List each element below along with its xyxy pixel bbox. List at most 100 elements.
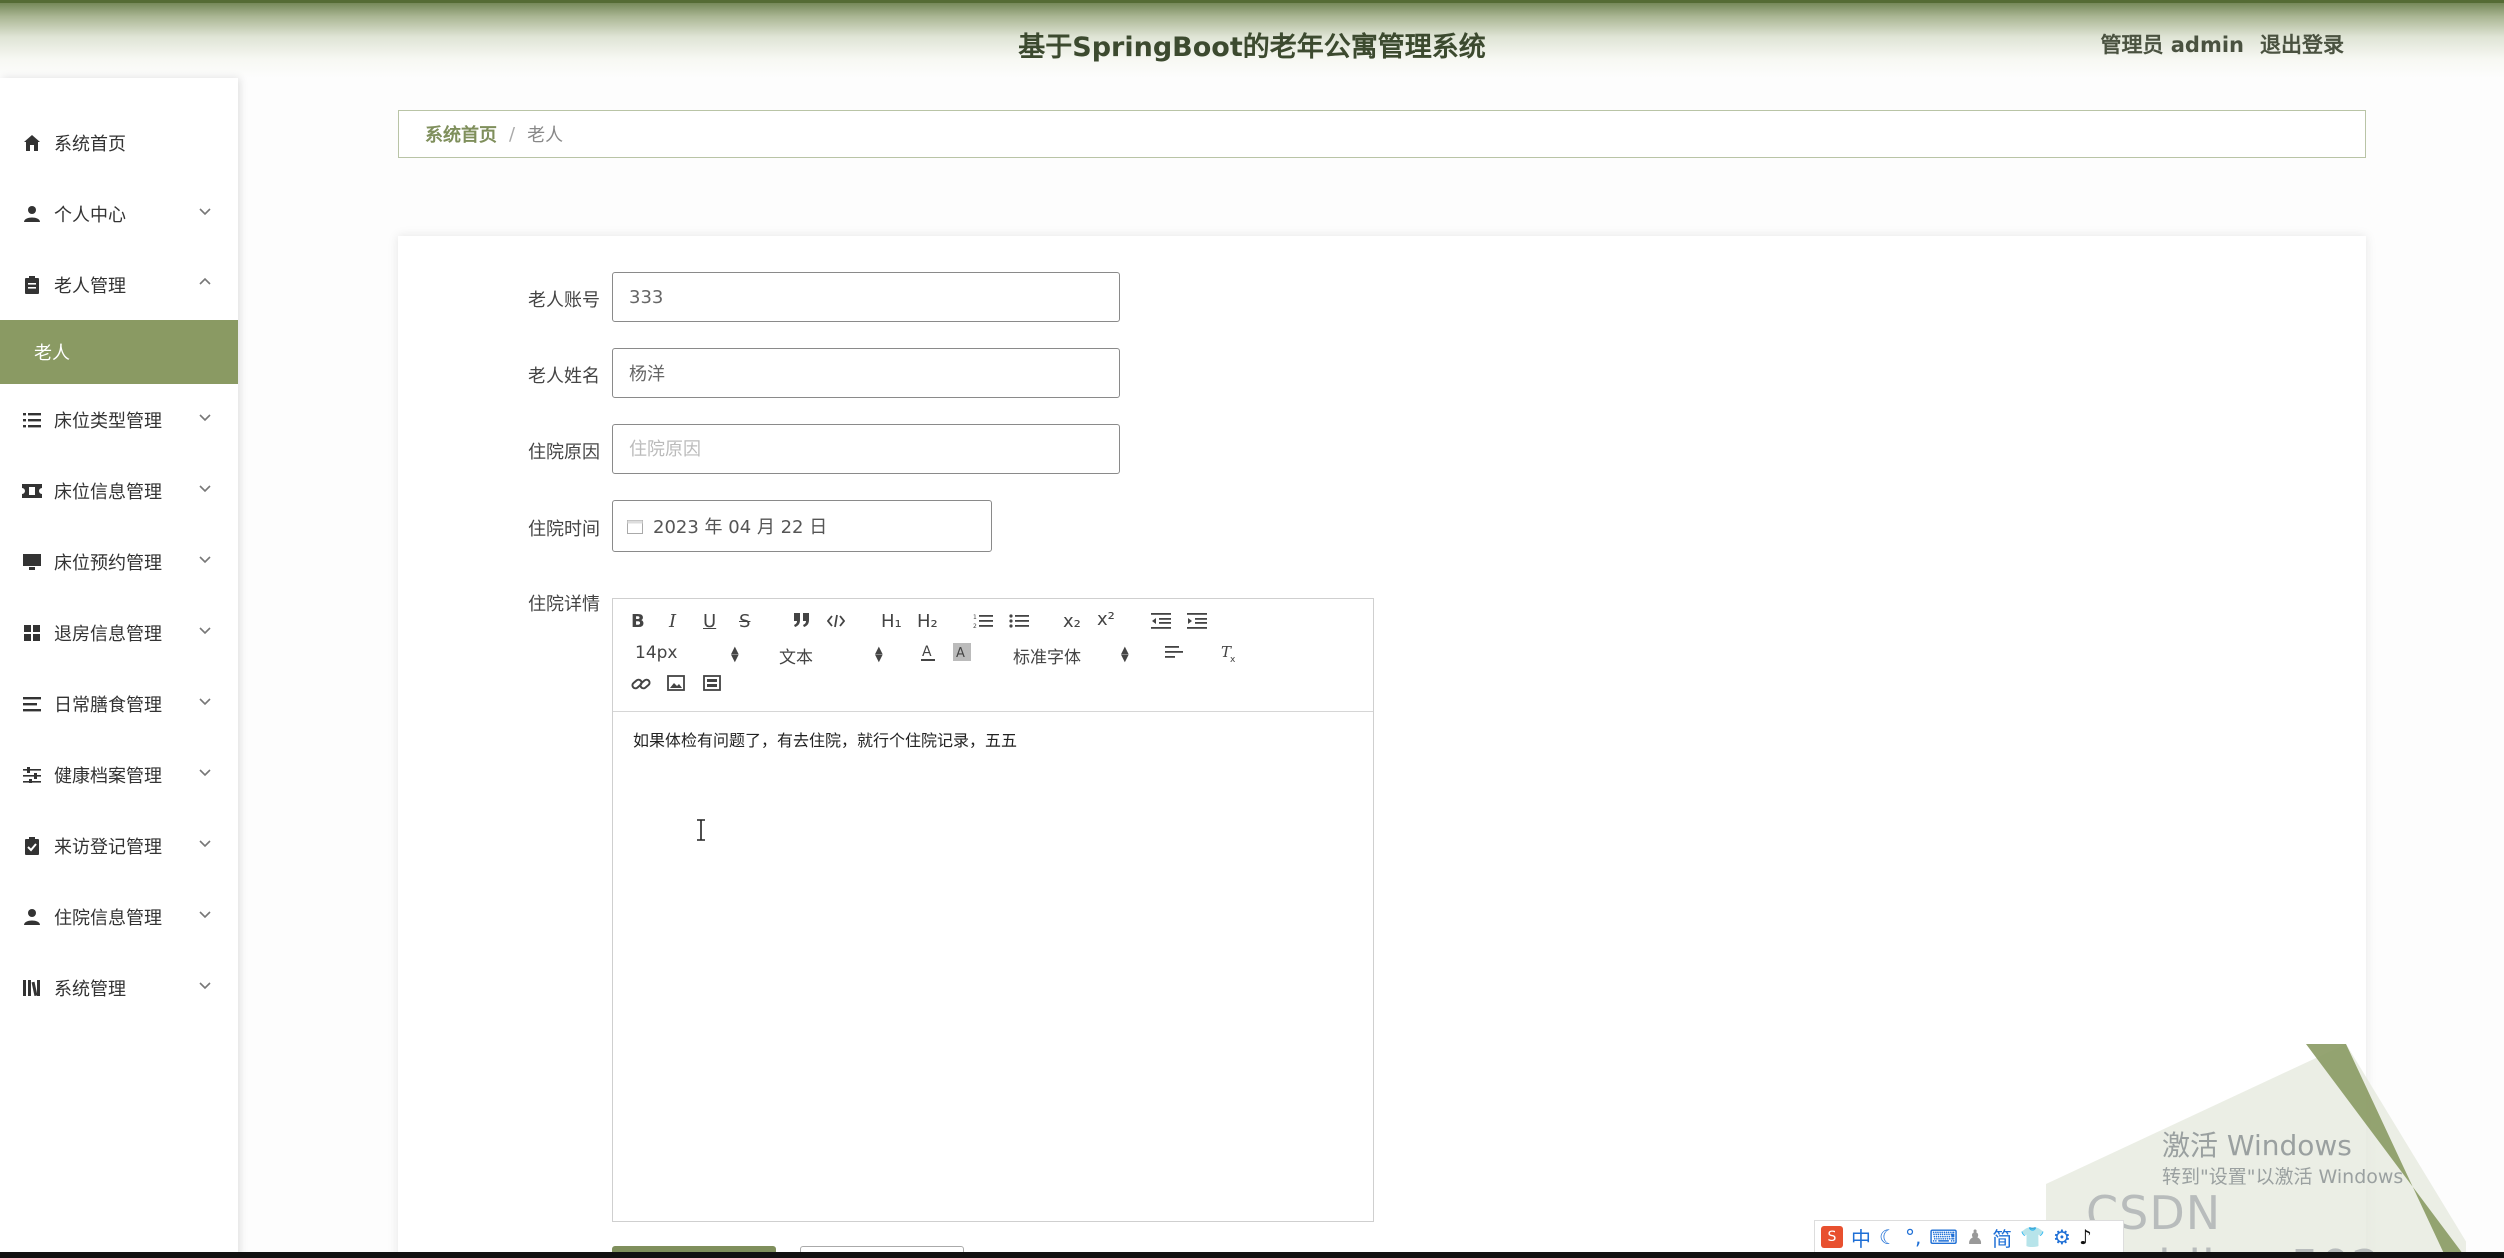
heading2-icon[interactable]: H₂ <box>917 611 938 632</box>
sidebar-item-label: 床位类型管理 <box>54 410 162 432</box>
svg-text:A: A <box>922 644 932 660</box>
moon-icon[interactable]: ☾ <box>1879 1225 1897 1249</box>
font-size-value: 14px <box>635 643 678 663</box>
sidebar-item-bed-type[interactable]: 床位类型管理 <box>0 384 238 455</box>
sidebar-item-hospitalization[interactable]: 住院信息管理 <box>0 881 238 952</box>
font-color-icon[interactable]: A <box>919 643 937 663</box>
code-icon[interactable] <box>827 614 845 628</box>
header-select[interactable]: 文本 ▲ ▼ <box>779 643 889 669</box>
font-family-select[interactable]: 标准字体 ▲ ▼ <box>1013 643 1133 669</box>
indent-icon[interactable] <box>1187 613 1207 629</box>
strikethrough-icon[interactable]: S <box>739 611 750 632</box>
select-arrows-icon: ▲ ▼ <box>731 645 739 664</box>
heading1-icon[interactable]: H₁ <box>881 611 902 632</box>
ordered-list-icon[interactable]: 12 <box>973 613 993 629</box>
clear-format-icon[interactable]: Tx <box>1219 643 1239 663</box>
ime-toolbar[interactable]: S 中 ☾ °, ⌨ ♟ 简 👕 ⚙ ♪ <box>1814 1220 2124 1254</box>
chevron-down-icon <box>199 769 211 777</box>
chevron-up-icon <box>199 277 211 285</box>
breadcrumb-home-link[interactable]: 系统首页 <box>425 121 497 147</box>
sidebar-item-label: 退房信息管理 <box>54 623 162 645</box>
ime-logo-icon: S <box>1821 1226 1843 1248</box>
bottom-border <box>0 1252 2504 1258</box>
logout-link[interactable]: 退出登录 <box>2260 33 2344 57</box>
user-icon[interactable]: ♟ <box>1966 1225 1984 1249</box>
name-input[interactable] <box>612 348 1120 398</box>
reason-input[interactable] <box>612 424 1120 474</box>
chevron-down-icon <box>199 698 211 706</box>
video-icon[interactable] <box>703 675 721 691</box>
sidebar-item-home[interactable]: 系统首页 <box>0 107 238 178</box>
user-area: 管理员 admin 退出登录 <box>2084 29 2344 59</box>
calendar-icon <box>627 519 643 534</box>
ime-language-label[interactable]: 中 <box>1851 1223 1871 1252</box>
user-label: 管理员 admin <box>2100 33 2244 57</box>
sidebar-item-label: 床位预约管理 <box>54 552 162 574</box>
sidebar-item-label: 个人中心 <box>54 204 126 226</box>
background-color-icon[interactable]: A <box>953 643 971 661</box>
svg-text:1: 1 <box>973 614 977 621</box>
header-select-value: 文本 <box>779 648 813 668</box>
image-icon[interactable] <box>667 675 685 691</box>
sidebar-item-label: 住院信息管理 <box>54 907 162 929</box>
monitor-icon <box>22 552 42 572</box>
bold-icon[interactable]: B <box>631 611 645 632</box>
blockquote-icon[interactable] <box>793 613 811 627</box>
bullet-list-icon[interactable] <box>1009 613 1029 629</box>
chevron-down-icon <box>199 208 211 216</box>
sidebar-item-label: 系统管理 <box>54 978 126 1000</box>
gear-icon[interactable]: ⚙ <box>2053 1225 2071 1249</box>
date-picker[interactable]: 2023 年 04 月 22 日 <box>612 500 992 552</box>
home-icon <box>22 133 42 153</box>
font-size-select[interactable]: 14px ▲ ▼ <box>635 643 745 664</box>
sidebar-item-bed-info[interactable]: 床位信息管理 <box>0 455 238 526</box>
italic-icon[interactable]: I <box>669 611 676 632</box>
ime-simplified-label[interactable]: 简 <box>1992 1223 2012 1252</box>
library-icon <box>22 978 42 998</box>
sidebar-item-system[interactable]: 系统管理 <box>0 952 238 1023</box>
csdn-watermark: CSDN @zhihao502 <box>2086 1186 2380 1258</box>
sidebar-item-profile[interactable]: 个人中心 <box>0 178 238 249</box>
sidebar-item-label: 来访登记管理 <box>54 836 162 858</box>
svg-text:A: A <box>956 646 965 661</box>
keyboard-icon[interactable]: ⌨ <box>1929 1225 1958 1249</box>
account-input[interactable] <box>612 272 1120 322</box>
editor-content[interactable]: 如果体检有问题了，有去住院，就行个住院记录，五五 <box>613 713 1373 1221</box>
sidebar-item-bed-reservation[interactable]: 床位预约管理 <box>0 526 238 597</box>
subscript-icon[interactable]: x₂ <box>1063 611 1081 632</box>
chevron-down-icon <box>199 414 211 422</box>
editor-toolbar: B I U S H₁ H₂ 12 x₂ x² 14px ▲ ▼ 文本 ▲ ▼ A… <box>613 599 1373 712</box>
app-icon[interactable]: ♪ <box>2079 1225 2092 1249</box>
sidebar-item-meals[interactable]: 日常膳食管理 <box>0 668 238 739</box>
breadcrumb-current: 老人 <box>527 125 564 146</box>
underline-icon[interactable]: U <box>703 611 716 632</box>
select-arrows-icon: ▲ ▼ <box>875 645 883 664</box>
reason-label: 住院原因 <box>528 442 600 463</box>
outdent-icon[interactable] <box>1151 613 1171 629</box>
chevron-down-icon <box>199 556 211 564</box>
sidebar-item-elder-management[interactable]: 老人管理 <box>0 249 238 320</box>
font-family-value: 标准字体 <box>1013 648 1081 668</box>
sidebar-item-visitor-registration[interactable]: 来访登记管理 <box>0 810 238 881</box>
date-label: 住院时间 <box>528 519 600 540</box>
punctuation-icon[interactable]: °, <box>1905 1225 1921 1249</box>
sidebar-item-label: 老人管理 <box>54 275 126 297</box>
ticket-icon <box>22 481 42 501</box>
chevron-down-icon <box>199 840 211 848</box>
sidebar-subitem-elder[interactable]: 老人 <box>0 320 238 384</box>
top-header: 基于SpringBoot的老年公寓管理系统 管理员 admin 退出登录 <box>0 0 2504 78</box>
date-value: 2023 年 04 月 22 日 <box>653 517 828 538</box>
skin-icon[interactable]: 👕 <box>2020 1225 2045 1249</box>
sidebar-item-health-records[interactable]: 健康档案管理 <box>0 739 238 810</box>
superscript-icon[interactable]: x² <box>1097 609 1115 630</box>
sliders-icon <box>22 765 42 785</box>
sidebar: 系统首页 个人中心 老人管理 老人 床位类型管理 床位信息管理 床位预约管理 退… <box>0 78 238 1258</box>
lines-icon <box>22 694 42 714</box>
sidebar-item-label: 日常膳食管理 <box>54 694 162 716</box>
link-icon[interactable] <box>631 675 651 693</box>
align-left-icon[interactable] <box>1165 645 1183 661</box>
chevron-down-icon <box>199 911 211 919</box>
sidebar-item-checkout[interactable]: 退房信息管理 <box>0 597 238 668</box>
sidebar-item-label: 系统首页 <box>54 133 126 155</box>
list-icon <box>22 410 42 430</box>
